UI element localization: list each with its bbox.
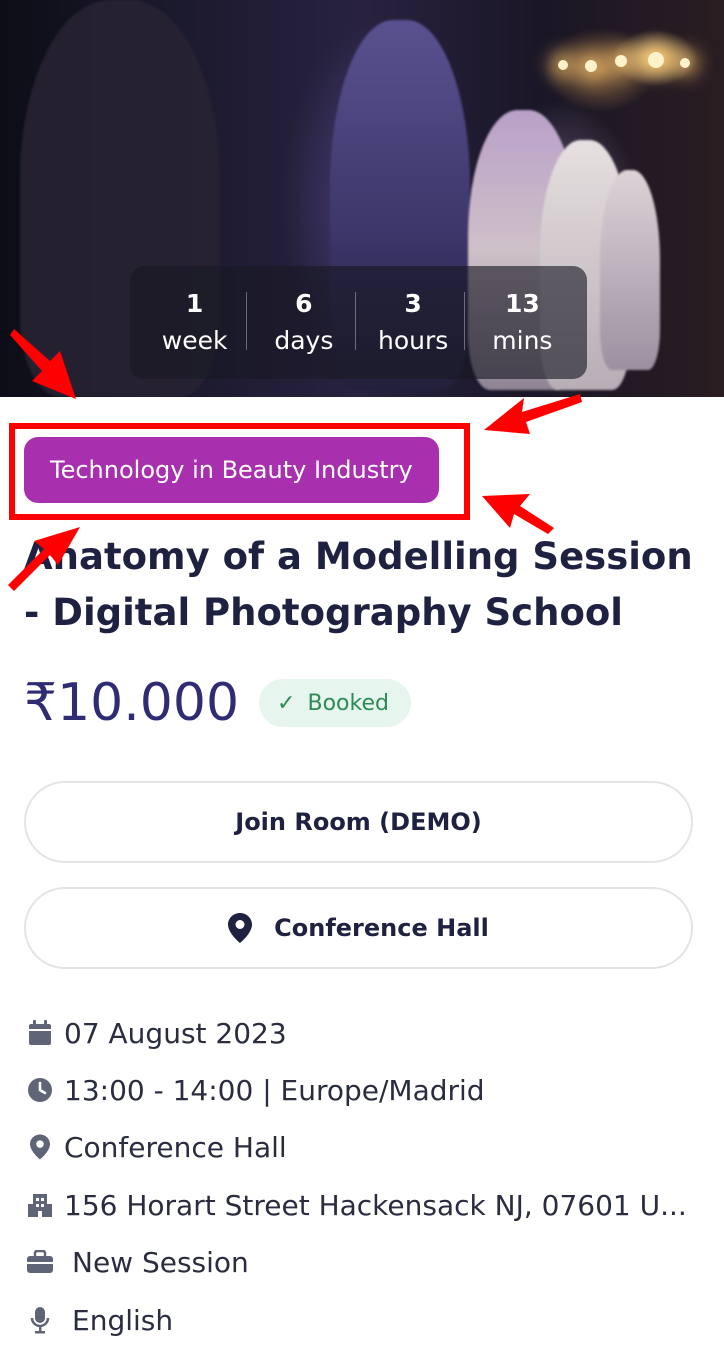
event-price: ₹10.000 <box>24 673 240 733</box>
clock-icon <box>24 1074 56 1106</box>
detail-address: 156 Horart Street Hackensack NJ, 07601 U… <box>24 1182 714 1228</box>
status-badge-label: Booked <box>307 690 389 716</box>
detail-date: 07 August 2023 <box>24 1010 714 1056</box>
countdown-weeks: 1 week <box>143 286 247 360</box>
annotation-arrow-icon <box>484 394 582 434</box>
countdown-days: 6 days <box>245 286 356 360</box>
countdown-value: 1 <box>185 288 204 318</box>
stage-light <box>558 60 568 70</box>
location-button[interactable]: Conference Hall <box>24 887 693 969</box>
countdown-value: 13 <box>504 288 540 318</box>
category-tag-wrapper: Technology in Beauty Industry <box>24 437 439 503</box>
category-tag[interactable]: Technology in Beauty Industry <box>24 437 439 503</box>
countdown-timer: 1 week 6 days 3 hours 13 mins <box>130 266 587 379</box>
event-title: Anatomy of a Modelling Session - Digital… <box>24 535 693 634</box>
briefcase-icon <box>24 1246 56 1278</box>
stage-light <box>615 55 627 67</box>
stage-light <box>648 52 664 68</box>
detail-venue-text: Conference Hall <box>64 1130 287 1164</box>
detail-time: 13:00 - 14:00 | Europe/Madrid <box>24 1067 714 1113</box>
countdown-value: 6 <box>295 288 313 318</box>
countdown-unit: hours <box>377 325 449 355</box>
join-room-button[interactable]: Join Room (DEMO) <box>24 781 693 863</box>
stage-light <box>585 60 597 72</box>
price-row: ₹10.000 ✓ Booked <box>24 668 411 738</box>
map-pin-icon <box>228 913 253 943</box>
building-icon <box>24 1189 56 1221</box>
map-pin-icon <box>24 1131 56 1163</box>
detail-session-type-text: New Session <box>72 1245 249 1279</box>
microphone-icon <box>24 1304 56 1336</box>
detail-venue: Conference Hall <box>24 1124 714 1170</box>
detail-language-text: English <box>72 1303 174 1337</box>
event-hero-image: 1 week 6 days 3 hours 13 mins <box>0 0 724 397</box>
calendar-icon <box>24 1017 56 1049</box>
detail-session-type: New Session <box>24 1239 714 1285</box>
countdown-hours: 3 hours <box>355 286 465 360</box>
detail-time-text: 13:00 - 14:00 | Europe/Madrid <box>64 1073 485 1107</box>
detail-address-text: 156 Horart Street Hackensack NJ, 07601 U… <box>64 1188 687 1222</box>
stage-light <box>680 58 690 68</box>
detail-language: English <box>24 1297 714 1343</box>
check-icon: ✓ <box>277 690 296 716</box>
location-button-label: Conference Hall <box>274 914 489 942</box>
countdown-unit: mins <box>492 325 553 355</box>
countdown-value: 3 <box>404 288 422 318</box>
hero-figure <box>600 170 660 370</box>
countdown-mins: 13 mins <box>464 286 574 360</box>
join-room-label: Join Room (DEMO) <box>235 808 482 836</box>
countdown-unit: week <box>161 325 228 355</box>
detail-date-text: 07 August 2023 <box>64 1016 287 1050</box>
countdown-unit: days <box>274 325 334 355</box>
status-badge: ✓ Booked <box>259 679 411 727</box>
